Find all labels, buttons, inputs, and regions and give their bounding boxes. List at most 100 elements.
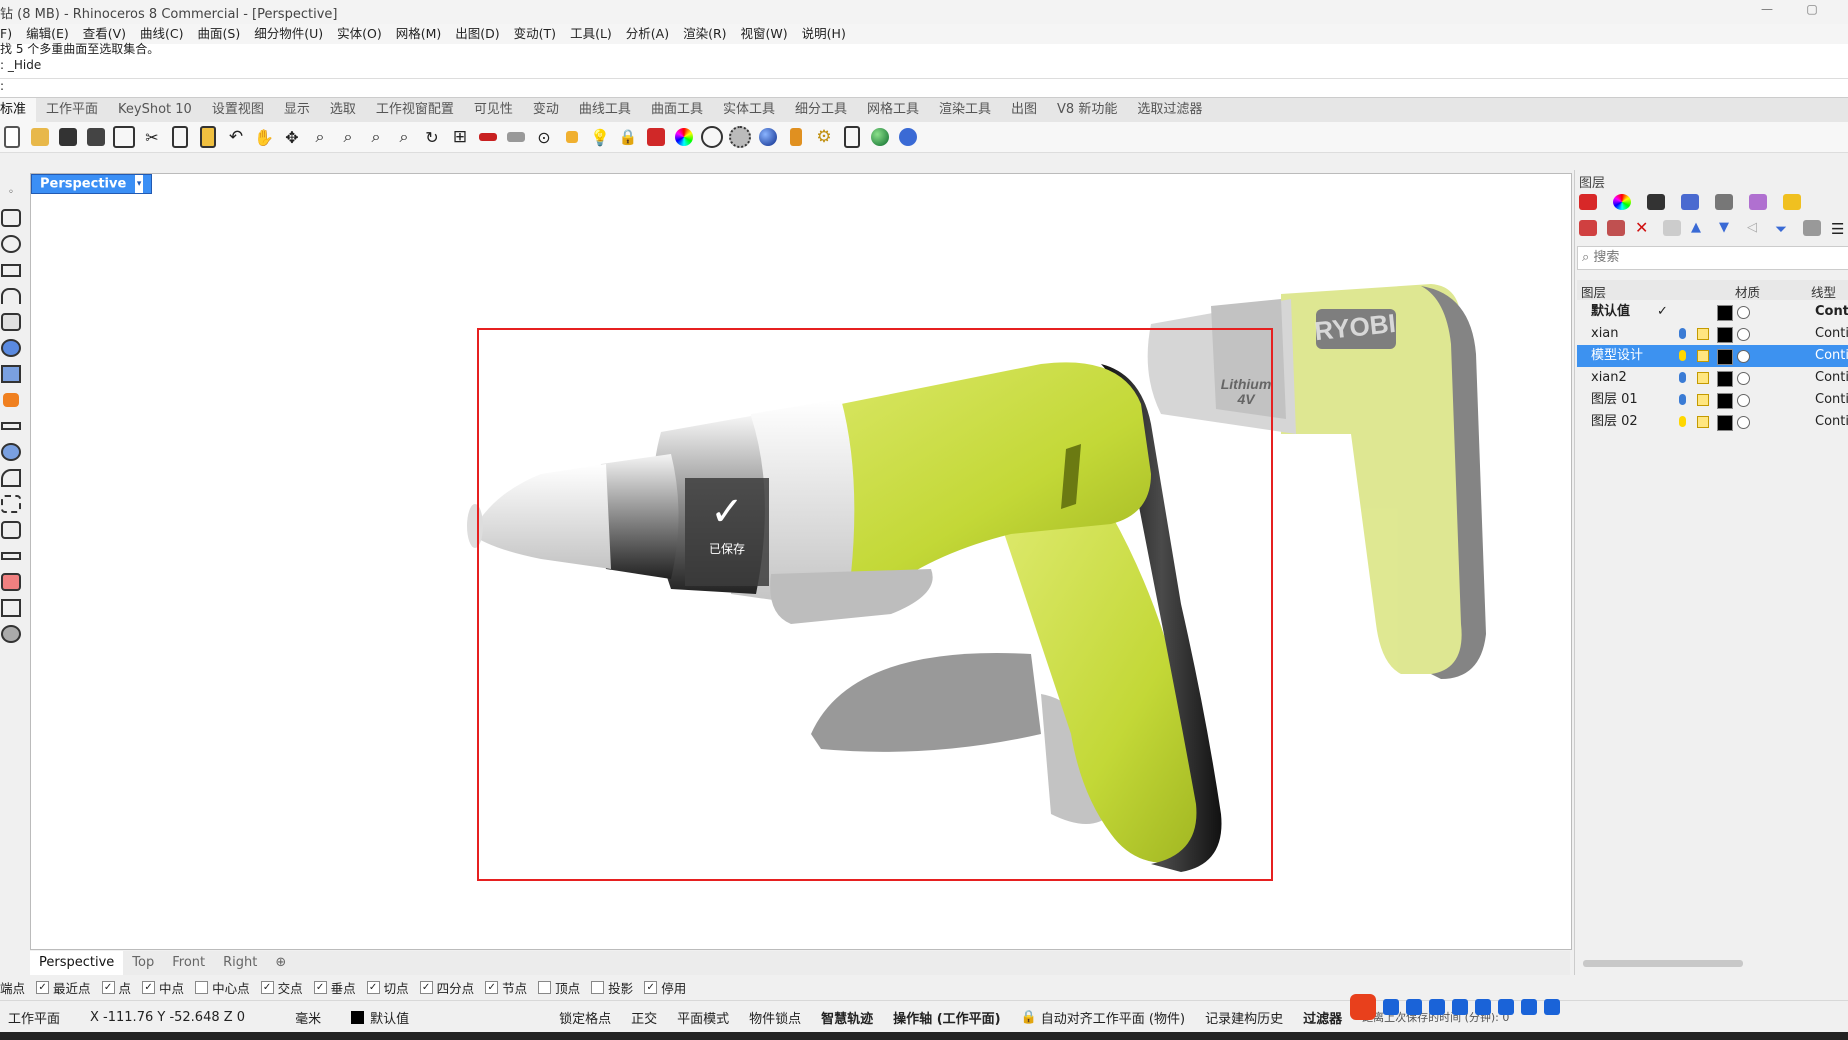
restore-button[interactable]: ▢ xyxy=(1802,2,1822,20)
status-history[interactable]: 记录建构历史 xyxy=(1205,1008,1283,1027)
new-file-icon[interactable] xyxy=(0,125,24,149)
tab-subd-tools[interactable]: 细分工具 xyxy=(785,98,857,122)
skin-icon[interactable] xyxy=(1475,999,1491,1015)
layer-name[interactable]: 图层 02 xyxy=(1591,411,1638,433)
array-tool-icon[interactable] xyxy=(0,519,22,541)
layer-linetype[interactable]: Conti xyxy=(1815,323,1848,345)
tab-visibility[interactable]: 可见性 xyxy=(464,98,523,122)
tab-solid-tools[interactable]: 实体工具 xyxy=(713,98,785,122)
menu-mesh[interactable]: 网格(M) xyxy=(396,24,442,44)
menu-render[interactable]: 渲染(R) xyxy=(683,24,726,44)
layer-linetype[interactable]: Conti xyxy=(1815,301,1848,323)
transform-tool-icon[interactable] xyxy=(0,493,22,515)
layer-name[interactable]: 模型设计 xyxy=(1591,345,1643,367)
paste-icon[interactable] xyxy=(196,125,220,149)
gumball-tool-icon[interactable] xyxy=(0,571,22,593)
viewport-tab-top[interactable]: Top xyxy=(123,951,163,975)
layer-color-swatch[interactable] xyxy=(1717,349,1733,365)
move-down-icon[interactable]: ▼ xyxy=(1719,220,1737,236)
status-grid-snap[interactable]: 锁定格点 xyxy=(559,1008,611,1027)
status-smarttrack[interactable]: 智慧轨迹 xyxy=(821,1008,873,1027)
microphone-icon[interactable] xyxy=(1429,999,1445,1015)
light-bulb-icon[interactable] xyxy=(1679,328,1686,339)
status-autoalign[interactable]: 自动对齐工作平面 (物件) xyxy=(1041,1008,1185,1027)
checkbox-icon[interactable] xyxy=(591,980,605,994)
light-bulb-icon[interactable] xyxy=(1679,372,1686,383)
menu-dimension[interactable]: 出图(D) xyxy=(455,24,499,44)
osnap-perp[interactable]: ✓ 垂点 xyxy=(313,978,356,997)
checkbox-icon[interactable]: ✓ xyxy=(366,980,380,994)
osnap-quad[interactable]: ✓ 四分点 xyxy=(419,978,474,997)
zoom-extents-icon[interactable]: ⌕ xyxy=(364,125,388,149)
list-icon[interactable]: ☰ xyxy=(1831,220,1848,238)
fillet-tool-icon[interactable] xyxy=(0,467,22,489)
point-tool-icon[interactable]: ◦ xyxy=(0,181,22,203)
layer-material-icon[interactable] xyxy=(1737,328,1750,341)
osnap-tan[interactable]: ✓ 切点 xyxy=(366,978,409,997)
copy-layer-icon[interactable] xyxy=(1663,220,1681,236)
layer-row[interactable]: 图层 02 Conti xyxy=(1577,411,1848,433)
filter-icon[interactable]: ⏷ xyxy=(1775,220,1793,238)
unlock-icon[interactable] xyxy=(1697,328,1709,340)
material-icon[interactable] xyxy=(784,125,808,149)
tab-transform[interactable]: 变动 xyxy=(523,98,569,122)
checkbox-icon[interactable]: ✓ xyxy=(419,980,433,994)
checkbox-icon[interactable]: ✓ xyxy=(142,980,156,994)
unlock-icon[interactable] xyxy=(1697,416,1709,428)
current-layer-check-icon[interactable]: ✓ xyxy=(1657,301,1668,323)
tab-cplanes[interactable]: 工作平面 xyxy=(36,98,108,122)
sphere-wire-icon[interactable] xyxy=(700,125,724,149)
menu-panels[interactable]: 视窗(W) xyxy=(741,24,788,44)
osnap-near[interactable]: ✓ 最近点 xyxy=(36,978,91,997)
add-viewport-tab-icon[interactable]: ⊕ xyxy=(266,951,295,975)
checkbox-icon[interactable] xyxy=(195,980,209,994)
column-material[interactable]: 材质 xyxy=(1735,282,1760,301)
menu-help[interactable]: 说明(H) xyxy=(802,24,846,44)
dimension-icon[interactable] xyxy=(840,125,864,149)
osnap-mid[interactable]: ✓ 中点 xyxy=(142,978,184,997)
status-units[interactable]: 毫米 xyxy=(295,1008,321,1027)
tab-render-tools[interactable]: 渲染工具 xyxy=(929,98,1001,122)
viewport-tab-front[interactable]: Front xyxy=(163,951,214,975)
layer-material-icon[interactable] xyxy=(1737,306,1750,319)
dimension-tool-icon[interactable] xyxy=(0,597,22,619)
curve-tool-icon[interactable] xyxy=(0,285,22,307)
plane-tool-icon[interactable] xyxy=(0,363,22,385)
zoom-icon[interactable]: ⌕ xyxy=(308,125,332,149)
menu-transform[interactable]: 变动(T) xyxy=(514,24,556,44)
move-icon[interactable]: ✥ xyxy=(280,125,304,149)
ime-punctuation-icon[interactable] xyxy=(1406,999,1422,1015)
light-bulb-icon[interactable] xyxy=(1679,394,1686,405)
menu-tools[interactable]: 工具(L) xyxy=(570,24,612,44)
layer-icon[interactable] xyxy=(644,125,668,149)
surface-tool-icon[interactable] xyxy=(0,311,22,333)
layer-material-icon[interactable] xyxy=(1737,350,1750,363)
point-icon[interactable]: ⊙ xyxy=(532,125,556,149)
status-ortho[interactable]: 正交 xyxy=(631,1008,657,1027)
status-planar[interactable]: 平面模式 xyxy=(677,1008,729,1027)
move-up-icon[interactable]: ▲ xyxy=(1691,220,1709,236)
panel-scrollbar[interactable] xyxy=(1583,960,1743,967)
cplane-icon[interactable] xyxy=(504,125,528,149)
checkbox-icon[interactable] xyxy=(538,980,552,994)
layer-color-swatch[interactable] xyxy=(1717,305,1733,321)
layer-name[interactable]: 图层 01 xyxy=(1591,389,1638,411)
osnap-project[interactable]: 投影 xyxy=(591,978,633,997)
render-tab-icon[interactable] xyxy=(1681,194,1699,210)
gear-icon[interactable]: ⚙ xyxy=(812,125,836,149)
status-layer[interactable]: 默认值 xyxy=(370,1008,409,1027)
explode-tool-icon[interactable] xyxy=(0,389,22,411)
light-bulb-icon[interactable]: 💡 xyxy=(588,125,612,149)
menu-analyze[interactable]: 分析(A) xyxy=(626,24,669,44)
light-bulb-icon[interactable] xyxy=(1679,350,1686,361)
layer-row[interactable]: 图层 01 Conti xyxy=(1577,389,1848,411)
layer-name[interactable]: xian2 xyxy=(1591,367,1627,389)
osnap-end[interactable]: 端点 xyxy=(0,978,25,997)
move-left-icon[interactable]: ◁ xyxy=(1747,220,1765,236)
tab-set-view[interactable]: 设置视图 xyxy=(202,98,274,122)
mesh-tool-icon[interactable] xyxy=(0,623,22,645)
unlock-icon[interactable] xyxy=(1697,394,1709,406)
layer-name[interactable]: xian xyxy=(1591,323,1619,345)
viewport-perspective[interactable]: Perspective ▾ RYOBI Lithium 4V ✓ 已保存 xyxy=(30,173,1572,950)
ime-chinese-icon[interactable] xyxy=(1383,999,1399,1015)
